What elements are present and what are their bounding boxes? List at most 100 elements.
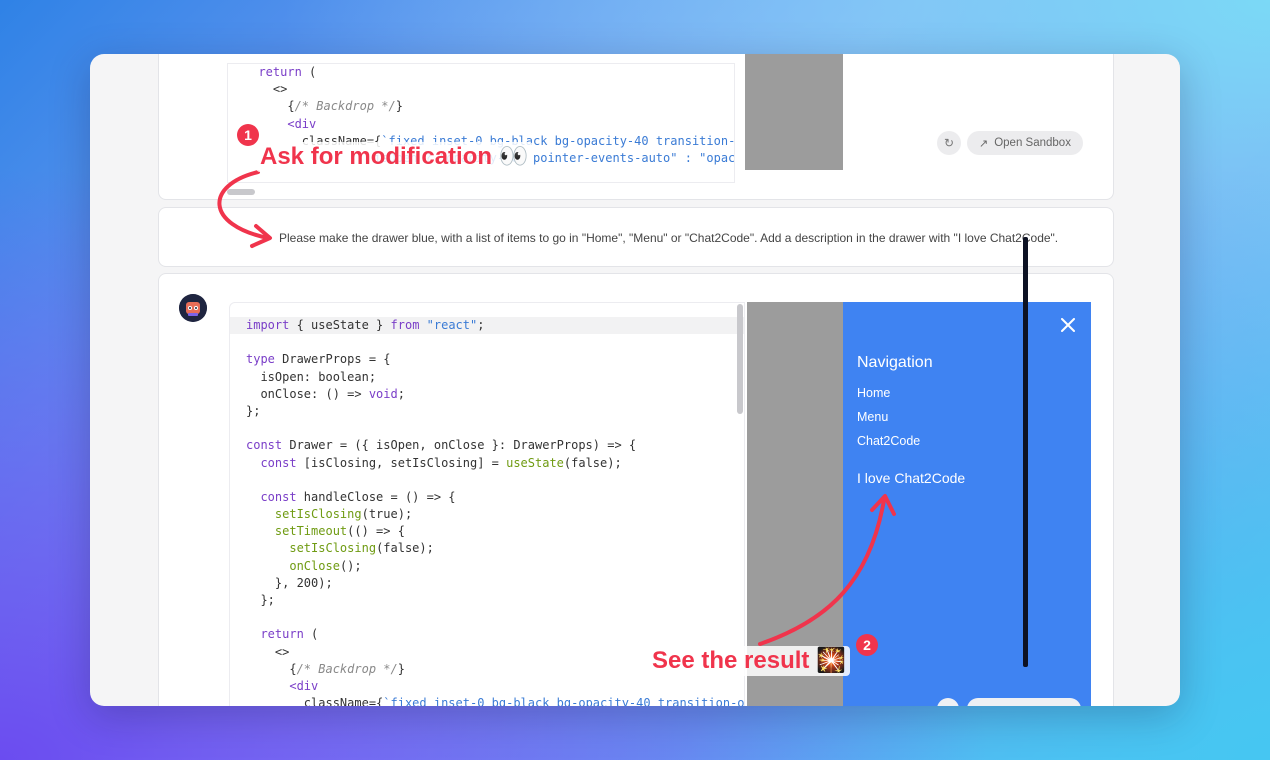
code-token: }; bbox=[246, 403, 261, 418]
drawer-item-menu[interactable]: Menu bbox=[857, 410, 888, 424]
code-line: onClose(); bbox=[230, 558, 744, 575]
refresh-button[interactable] bbox=[937, 698, 959, 706]
code-line: const handleClose = () => { bbox=[230, 489, 744, 506]
code-token: DrawerProps = { bbox=[274, 352, 391, 367]
code-token: ( bbox=[303, 627, 319, 642]
refresh-icon: ↻ bbox=[943, 136, 955, 150]
refresh-button[interactable]: ↻ bbox=[937, 131, 961, 155]
step-two-callout: See the result 🎇 bbox=[648, 646, 850, 676]
scrollbar-track[interactable] bbox=[1023, 237, 1028, 667]
code-line: isOpen: boolean; bbox=[230, 369, 744, 386]
code-line: setIsClosing(false); bbox=[230, 540, 744, 557]
assistant-response-card: import { useState } from "react"; type Dr… bbox=[158, 273, 1114, 706]
code-line: const [isClosing, setIsClosing] = useSta… bbox=[230, 455, 744, 472]
code-line: className={`fixed inset-0 bg-black bg-op… bbox=[230, 695, 744, 706]
code-line: <> bbox=[228, 81, 734, 98]
open-sandbox-label: Open Sandbox bbox=[994, 137, 1071, 149]
code-token: useState bbox=[506, 455, 564, 470]
code-line: return ( bbox=[230, 626, 744, 643]
code-token: onClose bbox=[289, 558, 340, 573]
code-token: type bbox=[246, 352, 275, 367]
code-line: <div bbox=[228, 116, 734, 133]
code-token: <> bbox=[246, 644, 290, 659]
assistant-avatar bbox=[179, 294, 207, 322]
code-token: (false); bbox=[376, 541, 434, 556]
code-token: <> bbox=[244, 82, 288, 97]
code-line: onClose: () => void; bbox=[230, 386, 744, 403]
code-token: (false); bbox=[563, 455, 622, 470]
code-scrollbar[interactable] bbox=[737, 304, 743, 414]
code-token: } bbox=[397, 661, 405, 676]
step-one-badge: 1 bbox=[237, 124, 259, 146]
code-token: const bbox=[260, 455, 297, 470]
code-token: Drawer = ({ isOpen, onClose }: DrawerPro… bbox=[282, 438, 637, 453]
code-line: {/* Backdrop */} bbox=[228, 98, 734, 115]
code-token: <div bbox=[287, 116, 317, 131]
code-line: type DrawerProps = { bbox=[230, 351, 744, 368]
code-token: (); bbox=[339, 558, 362, 573]
external-link-icon: ↗ bbox=[979, 137, 989, 150]
code-token: ; bbox=[397, 386, 405, 401]
code-scrollbar[interactable] bbox=[227, 189, 255, 195]
code-token: (() => { bbox=[347, 524, 405, 539]
open-sandbox-button[interactable] bbox=[967, 698, 1081, 706]
drawer-item-home[interactable]: Home bbox=[857, 386, 890, 400]
code-token: className={ bbox=[246, 696, 384, 706]
code-line: setTimeout(() => { bbox=[230, 523, 744, 540]
step-one-callout: Ask for modification 👀 bbox=[256, 142, 533, 172]
code-token: { bbox=[244, 99, 295, 114]
code-token: `fixed inset-0 bg-black bg-opacity-40 tr… bbox=[383, 696, 745, 706]
drawer-item-chat2code[interactable]: Chat2Code bbox=[857, 434, 920, 448]
code-token: /* Backdrop */ bbox=[294, 99, 396, 114]
code-line: import { useState } from "react"; bbox=[230, 317, 744, 335]
code-token: handleClose = () => { bbox=[296, 489, 456, 504]
code-token: import bbox=[246, 318, 290, 332]
code-token: } bbox=[395, 99, 403, 114]
code-line: }, 200); bbox=[230, 575, 744, 592]
code-token: setIsClosing bbox=[274, 507, 362, 522]
step-two-badge: 2 bbox=[856, 634, 878, 656]
code-token: /* Backdrop */ bbox=[296, 661, 398, 676]
previous-response-card: return ( <> {/* Backdrop */} <div classN… bbox=[158, 54, 1114, 200]
preview-drawer: Navigation Home Menu Chat2Code I love Ch… bbox=[843, 302, 1091, 706]
code-token: return bbox=[258, 65, 302, 79]
code-token: setIsClosing bbox=[289, 541, 377, 556]
code-token: void bbox=[368, 386, 398, 401]
code-token: { bbox=[246, 661, 297, 676]
code-line: }; bbox=[230, 592, 744, 609]
open-sandbox-button[interactable]: ↗ Open Sandbox bbox=[967, 131, 1083, 155]
code-token: [isClosing, setIsClosing] = bbox=[296, 455, 507, 470]
code-token: return bbox=[260, 627, 304, 642]
code-token: const bbox=[260, 489, 297, 504]
code-line: setIsClosing(true); bbox=[230, 506, 744, 523]
drawer-description: I love Chat2Code bbox=[857, 470, 966, 486]
code-token: "react" bbox=[426, 318, 478, 332]
code-line: return ( bbox=[228, 64, 734, 81]
user-message-text: Please make the drawer blue, with a list… bbox=[279, 231, 1059, 245]
code-line: <div bbox=[230, 678, 744, 695]
preview-backdrop bbox=[745, 54, 843, 170]
code-token: }; bbox=[246, 593, 275, 607]
drawer-title: Navigation bbox=[857, 354, 933, 371]
code-line: const Drawer = ({ isOpen, onClose }: Dra… bbox=[230, 437, 744, 454]
close-icon[interactable] bbox=[1061, 318, 1075, 332]
code-token: { useState } bbox=[289, 318, 391, 332]
code-line: }; bbox=[230, 403, 744, 420]
code-token: isOpen: boolean; bbox=[246, 369, 377, 384]
code-token: setTimeout bbox=[274, 524, 348, 539]
code-token: }, 200); bbox=[246, 575, 333, 590]
code-token: ( bbox=[301, 65, 317, 79]
code-token: const bbox=[246, 438, 283, 453]
